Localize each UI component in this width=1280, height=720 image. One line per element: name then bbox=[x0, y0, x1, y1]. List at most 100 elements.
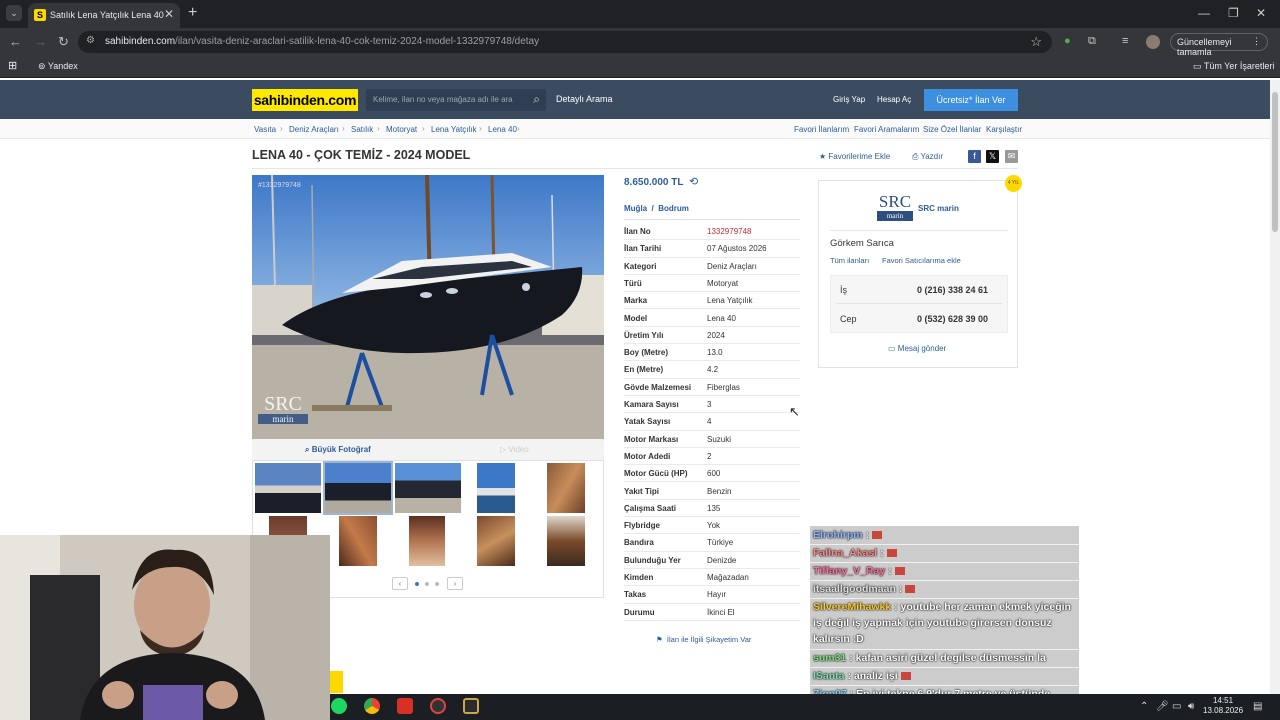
bookmark-star-icon[interactable]: ☆ bbox=[1030, 34, 1042, 50]
address-bar[interactable]: ⚙ sahibinden.com/ilan/vasita-deniz-aracl… bbox=[78, 31, 1052, 53]
flag-icon: ⚑ bbox=[656, 635, 663, 644]
forward-icon[interactable]: → bbox=[34, 34, 47, 49]
special-ads-link[interactable]: Size Özel İlanlar bbox=[923, 125, 981, 134]
thumbnail-8[interactable] bbox=[409, 516, 445, 566]
favorite-searches-link[interactable]: Favori Aramalarım bbox=[854, 125, 919, 134]
chat-text: : kafan asiri güzel degilse düsmessin la bbox=[849, 652, 1046, 664]
prev-page-icon[interactable]: ‹ bbox=[392, 577, 408, 590]
detail-label: İlan No bbox=[624, 227, 651, 236]
favorite-seller-link[interactable]: Favori Satıcılarıma ekle bbox=[882, 256, 961, 265]
chat-username[interactable]: ISanta bbox=[813, 670, 845, 682]
search-icon[interactable]: ⌕ bbox=[533, 92, 540, 107]
favorite-ads-link[interactable]: Favori İlanlarım bbox=[794, 125, 849, 134]
media-controls-icon[interactable]: ≡ bbox=[1122, 35, 1128, 47]
chat-username[interactable]: sum31 bbox=[813, 652, 846, 664]
site-logo[interactable]: sahibinden.com bbox=[252, 89, 358, 111]
chat-username[interactable]: Fallna_Akasl bbox=[813, 547, 877, 559]
facebook-share-icon[interactable]: f bbox=[968, 150, 981, 163]
detail-row: Flybridge Yok bbox=[624, 517, 800, 535]
site-info-icon[interactable]: ⚙ bbox=[86, 35, 95, 46]
webcam-overlay bbox=[0, 535, 330, 720]
thumbnail-7[interactable] bbox=[339, 516, 377, 566]
chat-username[interactable]: itsaallgoodmaan bbox=[813, 583, 896, 595]
thumbnail-9[interactable] bbox=[477, 516, 515, 566]
volume-icon[interactable]: 🔊︎ bbox=[1188, 701, 1194, 712]
x-share-icon[interactable]: 𝕏 bbox=[986, 150, 999, 163]
thumbnail-2[interactable] bbox=[323, 461, 393, 515]
chat-username[interactable]: Tiffany_V_Ray bbox=[813, 565, 885, 577]
bookmark-yandex[interactable]: ⊚ Yandex bbox=[38, 61, 78, 72]
next-page-icon[interactable]: › bbox=[447, 577, 463, 590]
maximize-icon[interactable]: ❐ bbox=[1228, 6, 1239, 20]
breadcrumb-item[interactable]: Motoryat bbox=[386, 125, 417, 134]
tray-chevron-icon[interactable]: ⌃ bbox=[1140, 701, 1148, 712]
search-input[interactable]: Kelime, ilan no veya mağaza adı ile ara … bbox=[366, 89, 546, 111]
apps-grid-icon[interactable]: ⊞ bbox=[8, 59, 17, 72]
app-gauge-icon[interactable] bbox=[430, 698, 446, 714]
shield-extension-icon[interactable]: ● bbox=[1064, 35, 1071, 47]
all-ads-link[interactable]: Tüm ilanları bbox=[830, 256, 869, 265]
breadcrumb-item[interactable]: Lena Yatçılık bbox=[431, 125, 477, 134]
big-photo-tab[interactable]: ⌕ Büyük Fotoğraf bbox=[305, 445, 371, 455]
location-district[interactable]: Bodrum bbox=[658, 204, 689, 213]
page-dot-active[interactable] bbox=[415, 582, 419, 586]
breadcrumb-item[interactable]: Lena 40 bbox=[488, 125, 517, 134]
new-tab-icon[interactable]: + bbox=[188, 4, 197, 22]
notifications-icon[interactable]: ▤ bbox=[1253, 701, 1262, 712]
app-red-icon[interactable] bbox=[397, 698, 413, 714]
detail-row: Yatak Sayısı 4 bbox=[624, 413, 800, 431]
thumbnail-3[interactable] bbox=[395, 463, 461, 513]
app-gold-icon[interactable] bbox=[463, 698, 479, 714]
detail-value: 135 bbox=[707, 503, 721, 513]
spotify-icon[interactable] bbox=[331, 698, 347, 714]
mic-icon[interactable]: 🎤︎ bbox=[1156, 701, 1169, 712]
page-dot[interactable] bbox=[435, 582, 439, 586]
profile-avatar[interactable] bbox=[1146, 35, 1160, 49]
send-message-link[interactable]: ▭ Mesaj gönder bbox=[888, 344, 946, 353]
minimize-icon[interactable]: — bbox=[1198, 6, 1210, 20]
detail-value: Benzin bbox=[707, 486, 732, 496]
email-share-icon[interactable]: ✉ bbox=[1005, 150, 1018, 163]
thumbnail-1[interactable] bbox=[255, 463, 321, 513]
detailed-search-link[interactable]: Detaylı Arama bbox=[556, 94, 613, 104]
store-name-link[interactable]: SRC marin bbox=[918, 204, 959, 213]
tab-active[interactable]: S Satılık Lena Yatçılık Lena 40 Mo... ✕ bbox=[28, 3, 180, 28]
update-button[interactable]: Güncellemeyi tamamla ⋮ bbox=[1170, 33, 1268, 57]
thumbnail-5[interactable] bbox=[547, 463, 585, 513]
extensions-icon[interactable]: ⧉ bbox=[1088, 35, 1096, 48]
mobile-phone[interactable]: 0 (532) 628 39 00 bbox=[917, 314, 988, 324]
back-icon[interactable]: ← bbox=[9, 34, 22, 49]
print-link[interactable]: ⎙ Yazdır bbox=[912, 152, 943, 162]
tab-list-icon[interactable]: ⌄ bbox=[6, 5, 22, 21]
network-icon[interactable]: ▭ bbox=[1172, 701, 1181, 712]
scrollbar-thumb[interactable] bbox=[1272, 92, 1278, 232]
register-link[interactable]: Hesap Aç bbox=[877, 95, 911, 104]
close-window-icon[interactable]: ✕ bbox=[1256, 6, 1266, 20]
page-dot[interactable] bbox=[425, 582, 429, 586]
detail-value: 2 bbox=[707, 451, 712, 461]
work-phone[interactable]: 0 (216) 338 24 61 bbox=[917, 285, 988, 295]
store-logo[interactable]: SRC marin bbox=[877, 193, 913, 221]
post-ad-button[interactable]: Ücretsiz* İlan Ver bbox=[924, 89, 1018, 111]
more-menu-icon[interactable]: ⋮ bbox=[1252, 36, 1261, 47]
location-city[interactable]: Muğla bbox=[624, 204, 647, 213]
chat-username[interactable]: SilvereMihawkk bbox=[813, 601, 891, 613]
login-link[interactable]: Giriş Yap bbox=[833, 95, 865, 104]
close-tab-icon[interactable]: ✕ bbox=[164, 7, 174, 21]
breadcrumb-item[interactable]: Satılık bbox=[351, 125, 373, 134]
video-tab[interactable]: ▷ Video bbox=[500, 445, 529, 454]
complaint-link[interactable]: ⚑ İlan ile İlgili Şikayetim Var bbox=[656, 635, 751, 644]
thumbnail-4[interactable] bbox=[477, 463, 515, 513]
thumbnail-10[interactable] bbox=[547, 516, 585, 566]
breadcrumb-item[interactable]: Deniz Araçları bbox=[289, 125, 339, 134]
chat-username[interactable]: Elrohirpm bbox=[813, 529, 863, 541]
compare-link[interactable]: Karşılaştır bbox=[986, 125, 1022, 134]
all-bookmarks[interactable]: ▭ Tüm Yer İşaretleri bbox=[1193, 61, 1274, 72]
add-favorite-link[interactable]: ★ Favorilerime Ekle bbox=[819, 152, 890, 161]
photo-id: #1332979748 bbox=[258, 182, 301, 189]
chrome-icon[interactable] bbox=[364, 698, 380, 714]
reload-icon[interactable]: ↻ bbox=[58, 34, 69, 50]
price-history-icon[interactable]: ⟲ bbox=[689, 175, 698, 188]
system-clock[interactable]: 14:51 13.08.2026 bbox=[1203, 696, 1243, 716]
breadcrumb-item[interactable]: Vasıta bbox=[254, 125, 276, 134]
